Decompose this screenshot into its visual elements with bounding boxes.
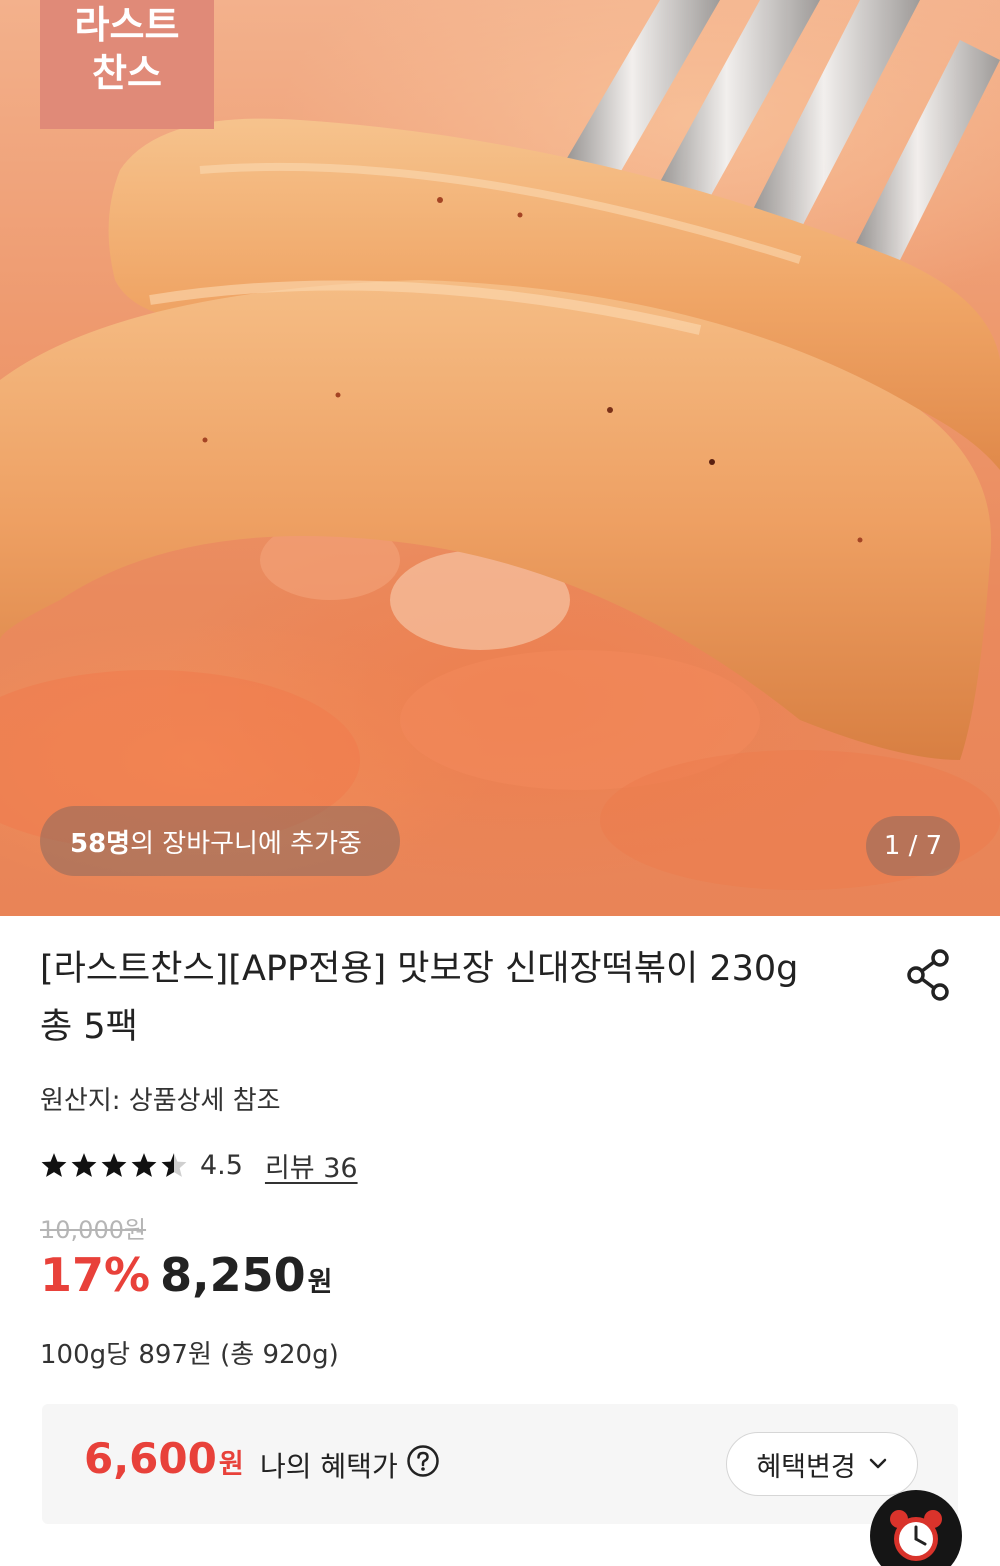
rating-value: 4.5 [200,1149,243,1181]
original-price: 10,000원 [40,1216,147,1244]
chevron-down-icon [869,1458,886,1469]
star-icon [71,1153,97,1177]
price-row: 17% 8,250 원 [40,1248,332,1302]
star-icon [41,1153,67,1177]
benefit-price-value: 6,600 [84,1434,217,1483]
question-circle-icon [406,1445,439,1477]
rating-row: 4.5 리뷰 36 [40,1146,358,1184]
share-button[interactable] [904,948,954,1002]
sale-price-unit: 원 [307,1267,333,1298]
benefit-price: 6,600 원 [84,1434,244,1483]
badge-line2: 찬스 [92,51,162,95]
unit-price: 100g당 897원 (총 920g) [40,1340,339,1370]
benefit-change-label: 혜택변경 [756,1451,856,1483]
product-image-carousel[interactable]: 라스트 찬스 58명 의 장바구니에 추가중 1 / 7 [0,0,1000,916]
last-chance-badge: 라스트 찬스 [40,0,214,129]
half-star-icon [161,1153,187,1177]
sale-price: 8,250 [160,1248,306,1302]
cart-text: 의 장바구니에 추가중 [130,828,362,859]
cart-count: 58명 [70,828,131,859]
product-title: [라스트찬스][APP전용] 맛보장 신대장떡볶이 230g 총 5팩 [40,949,799,1047]
review-count-link[interactable]: 리뷰 36 [265,1146,358,1185]
alarm-clock-icon [890,1510,942,1561]
star-icon [131,1153,157,1177]
badge-line1: 라스트 [74,3,180,47]
benefit-change-button[interactable]: 혜택변경 [726,1432,918,1496]
cart-popularity-pill: 58명 의 장바구니에 추가중 [40,806,400,876]
benefit-label: 나의 혜택가 [260,1444,440,1485]
benefit-label-text: 나의 혜택가 [260,1449,398,1483]
image-page-indicator: 1 / 7 [866,816,960,876]
star-rating [40,1152,190,1178]
benefit-price-unit: 원 [218,1449,244,1480]
my-benefit-box: 6,600 원 나의 혜택가 혜택변경 [42,1404,958,1524]
share-icon [907,949,949,1001]
tteokbokki-photo [0,0,1000,890]
origin-info: 원산지: 상품상세 참조 [40,1086,281,1116]
discount-rate: 17% [40,1248,151,1302]
help-button[interactable] [406,1444,440,1485]
star-icon [101,1153,127,1177]
